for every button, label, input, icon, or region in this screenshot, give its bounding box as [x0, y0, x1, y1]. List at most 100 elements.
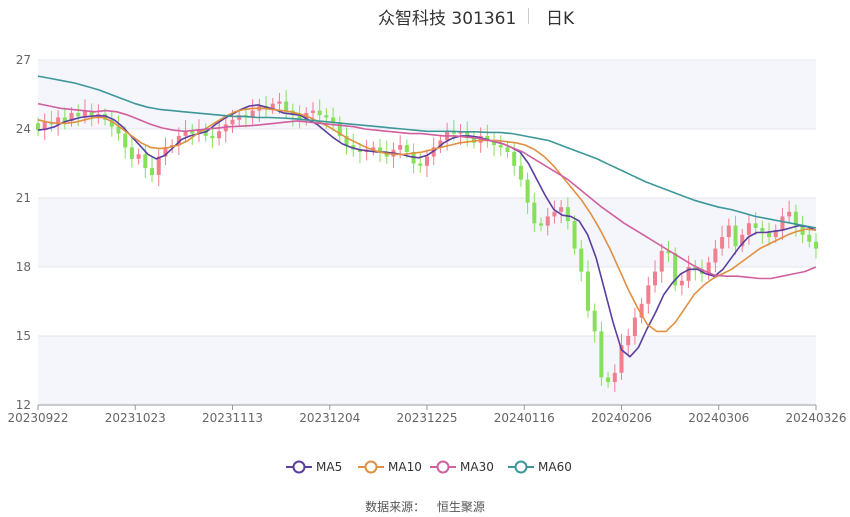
x-tick-label: 20240116 — [494, 411, 555, 425]
candle-body — [123, 133, 128, 148]
source-label: 数据来源： — [365, 500, 426, 514]
legend-label: MA30 — [460, 460, 494, 474]
legend-marker-icon — [358, 460, 384, 474]
candle-body — [653, 271, 658, 286]
candle-body — [746, 223, 751, 235]
candle-body — [585, 271, 590, 311]
legend-item-ma10[interactable]: MA10 — [358, 456, 422, 478]
candle-body — [532, 202, 537, 224]
title-separator — [528, 8, 529, 24]
candle-body — [76, 112, 81, 117]
candle-body — [277, 101, 282, 104]
source-value: 恒生聚源 — [436, 500, 485, 514]
legend-item-ma30[interactable]: MA30 — [430, 456, 494, 478]
legend-item-ma5[interactable]: MA5 — [286, 456, 342, 478]
candle-body — [512, 152, 517, 166]
candle-body — [679, 280, 684, 286]
candle-body — [270, 103, 275, 109]
kline-chart: 121518212427 20230922 20231023 20231113 202… — [7, 53, 847, 425]
grid-bands — [38, 60, 816, 405]
period-label: 日K — [546, 9, 575, 29]
candle-body — [136, 154, 141, 159]
candle-body — [599, 331, 604, 378]
y-tick-label: 24 — [16, 122, 31, 136]
grid-band — [38, 198, 816, 267]
x-tick-label: 20231023 — [105, 411, 166, 425]
candle-body — [545, 216, 550, 226]
candle-body — [565, 207, 570, 221]
candle-body — [632, 317, 637, 336]
candle-body — [505, 147, 510, 152]
grid-band — [38, 60, 816, 129]
candle-body — [787, 211, 792, 217]
y-tick-label: 27 — [16, 53, 31, 67]
candle-body — [720, 237, 725, 249]
y-axis: 12 15 18 21 24 27 — [16, 53, 31, 412]
y-tick-label: 15 — [16, 329, 31, 343]
x-tick-label: 20240306 — [688, 411, 749, 425]
legend-label: MA5 — [316, 460, 343, 474]
candle-body — [646, 285, 651, 304]
legend-label: MA60 — [538, 460, 572, 474]
candle-body — [780, 216, 785, 231]
x-tick-label: 20231113 — [202, 411, 263, 425]
candle-body — [331, 117, 336, 123]
grid-band — [38, 336, 816, 405]
candle-body — [753, 223, 758, 228]
y-tick-label: 21 — [16, 191, 31, 205]
candle-body — [525, 179, 530, 203]
candle-body — [733, 225, 738, 247]
candle-body — [230, 119, 235, 125]
candle-body — [579, 248, 584, 272]
candle-body — [217, 131, 222, 139]
candle-body — [62, 117, 67, 121]
candle-body — [418, 163, 423, 166]
x-tick-label: 20231204 — [299, 411, 360, 425]
candle-body — [659, 250, 664, 272]
legend: MA5 MA10 MA30 MA60 — [0, 456, 850, 478]
candle-body — [143, 154, 148, 169]
candle-body — [539, 223, 544, 226]
x-tick-label: 20240206 — [591, 411, 652, 425]
candle-body — [726, 225, 731, 238]
candle-body — [612, 372, 617, 382]
candle-body — [552, 211, 557, 217]
data-source: 数据来源： 恒生聚源 — [0, 498, 850, 515]
legend-label: MA10 — [388, 460, 422, 474]
legend-marker-icon — [430, 460, 456, 474]
candle-body — [767, 232, 772, 238]
candle-body — [626, 336, 631, 346]
candle-body — [317, 110, 322, 116]
candle-body — [592, 310, 597, 332]
candle-body — [129, 147, 134, 159]
legend-marker-icon — [508, 460, 534, 474]
candle-body — [284, 101, 289, 111]
candle-body — [713, 248, 718, 263]
candle-body — [210, 135, 215, 139]
candle-body — [813, 241, 819, 249]
candle-body — [404, 145, 409, 152]
candle-body — [35, 123, 41, 131]
x-axis: 20230922 20231023 20231113 20231204 20231225… — [7, 404, 847, 425]
candle-body — [572, 221, 577, 249]
candle-body — [559, 207, 564, 212]
candle-body — [518, 165, 523, 180]
candle-body — [807, 234, 812, 242]
candle-body — [150, 168, 155, 175]
candle-body — [398, 145, 403, 150]
y-tick-label: 18 — [16, 260, 31, 274]
candle-body — [324, 115, 329, 118]
legend-item-ma60[interactable]: MA60 — [508, 456, 572, 478]
x-tick-label: 20230922 — [7, 411, 68, 425]
candle-body — [606, 377, 611, 382]
legend-marker-icon — [286, 460, 312, 474]
candle-body — [498, 145, 503, 148]
y-tick-label: 12 — [16, 398, 31, 412]
candle-body — [190, 131, 195, 134]
chart-title: 众智科技 301361 日K — [0, 4, 850, 29]
x-tick-label: 20231225 — [396, 411, 457, 425]
x-tick-label: 20240326 — [785, 411, 846, 425]
stock-name-code: 众智科技 301361 — [378, 9, 517, 29]
candle-body — [310, 110, 315, 113]
candle-body — [424, 156, 430, 166]
